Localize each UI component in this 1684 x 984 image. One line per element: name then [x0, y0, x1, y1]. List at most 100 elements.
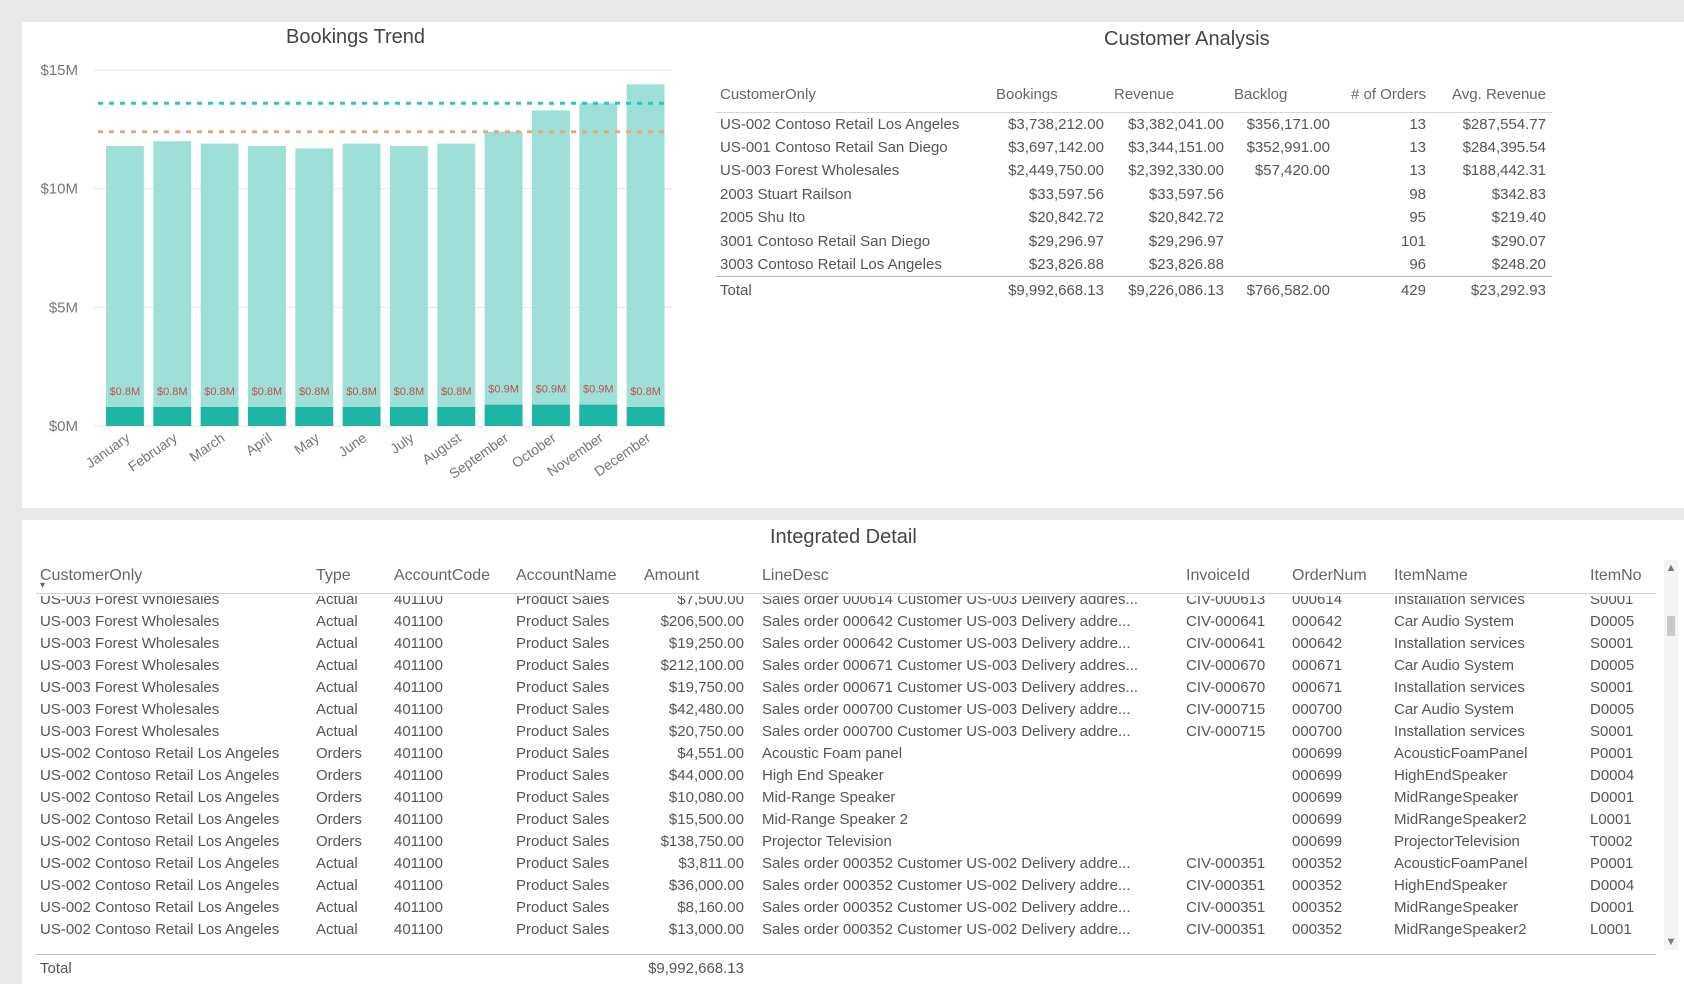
table-row[interactable]: 2003 Stuart Railson $33,597.56 $33,597.56 9…	[716, 183, 1552, 207]
scroll-up-icon[interactable]: ▲	[1664, 562, 1678, 574]
table-cell: 401100	[394, 745, 443, 762]
table-row[interactable]: 3003 Contoso Retail Los Angeles $23,826.8…	[716, 253, 1552, 277]
column-header[interactable]: Avg. Revenue	[1432, 78, 1552, 113]
table-row[interactable]: US-002 Contoso Retail Los Angeles Orders 4…	[36, 830, 1656, 854]
detail-table-header: CustomerOnly Type AccountCode AccountNam…	[36, 558, 1656, 594]
bookings-bar[interactable]	[342, 143, 381, 426]
table-row[interactable]: US-002 Contoso Retail Los Angeles Actual 4…	[36, 874, 1656, 898]
table-cell: $29,296.97	[1028, 232, 1104, 250]
bookings-bar[interactable]	[106, 145, 144, 426]
table-cell: Actual	[316, 679, 358, 696]
table-cell: $3,738,212.00	[1008, 115, 1104, 133]
column-header[interactable]: AccountCode	[394, 567, 490, 585]
table-cell: Actual	[316, 701, 358, 718]
column-header[interactable]: Amount	[644, 567, 699, 585]
revenue-bar[interactable]	[248, 407, 286, 426]
y-tick-label: $10M	[40, 181, 78, 198]
table-cell: 000699	[1292, 811, 1343, 828]
column-header[interactable]: # of Orders	[1336, 78, 1432, 113]
bookings-trend-visual[interactable]: Bookings Trend $0M $5M $10M $15M $0.8M Januar…	[22, 22, 702, 508]
bookings-bar[interactable]	[200, 143, 239, 426]
table-cell: 401100	[394, 596, 443, 608]
revenue-bar[interactable]	[153, 407, 192, 426]
integrated-detail-visual[interactable]: Integrated Detail CustomerOnly Type Acco…	[22, 520, 1684, 984]
bookings-bar[interactable]	[532, 110, 570, 426]
scroll-down-icon[interactable]: ▼	[1664, 936, 1678, 948]
table-cell: 000699	[1292, 745, 1343, 762]
table-cell: 000352	[1292, 899, 1343, 916]
table-row[interactable]: 2005 Shu Ito $20,842.72 $20,842.72 95 $219.4…	[716, 206, 1552, 230]
revenue-bar[interactable]	[437, 407, 476, 426]
bookings-bar[interactable]	[484, 131, 523, 426]
scroll-thumb[interactable]	[1667, 616, 1675, 636]
bookings-bar[interactable]	[248, 145, 286, 426]
bookings-bar[interactable]	[153, 141, 192, 426]
column-header[interactable]: Revenue	[1110, 78, 1230, 113]
table-cell: Actual	[316, 877, 358, 894]
detail-table-body[interactable]: US-003 Forest Wholesales Actual 401100 Prod…	[36, 596, 1656, 948]
x-tick-label: January	[83, 429, 133, 471]
sort-arrow-icon[interactable]: ▾	[40, 580, 45, 591]
table-row[interactable]: US-003 Forest Wholesales $2,449,750.00 $2,…	[716, 159, 1552, 183]
revenue-bar[interactable]	[626, 407, 665, 426]
table-cell: Actual	[316, 596, 358, 608]
table-row[interactable]: US-003 Forest Wholesales Actual 401100 Prod…	[36, 610, 1656, 634]
bookings-bar[interactable]	[579, 103, 618, 426]
table-cell: 13	[1409, 162, 1426, 180]
revenue-bar[interactable]	[295, 407, 334, 426]
table-row[interactable]: US-003 Forest Wholesales Actual 401100 Prod…	[36, 676, 1656, 700]
column-header[interactable]: LineDesc	[762, 567, 829, 585]
column-header[interactable]: Type	[316, 567, 351, 585]
column-header[interactable]: OrderNum	[1292, 567, 1367, 585]
bookings-bar[interactable]	[626, 84, 665, 427]
table-cell: HighEndSpeaker	[1394, 767, 1508, 784]
table-row[interactable]: US-002 Contoso Retail Los Angeles Orders 4…	[36, 786, 1656, 810]
column-header[interactable]: InvoiceId	[1186, 567, 1250, 585]
table-row[interactable]: US-002 Contoso Retail Los Angeles Actual 4…	[36, 896, 1656, 920]
revenue-bar[interactable]	[579, 404, 618, 426]
y-tick-label: $5M	[49, 299, 78, 316]
table-cell: $3,382,041.00	[1128, 115, 1224, 133]
customer-analysis-table[interactable]: CustomerOnly Bookings Revenue Backlog # …	[716, 78, 1552, 305]
table-row[interactable]: US-002 Contoso Retail Los Angeles Orders 4…	[36, 808, 1656, 832]
revenue-bar[interactable]	[484, 404, 523, 426]
column-header[interactable]: CustomerOnly	[40, 567, 142, 585]
bookings-bar[interactable]	[437, 143, 476, 426]
revenue-bar[interactable]	[106, 407, 144, 426]
column-header[interactable]: Backlog	[1230, 78, 1336, 113]
vertical-scrollbar[interactable]: ▲ ▼	[1664, 560, 1678, 950]
table-row[interactable]: US-001 Contoso Retail San Diego $3,697,14…	[716, 136, 1552, 160]
table-row[interactable]: US-002 Contoso Retail Los Angeles Orders 4…	[36, 742, 1656, 766]
revenue-bar[interactable]	[200, 407, 239, 426]
table-cell: 000614	[1292, 596, 1343, 608]
revenue-bar[interactable]	[390, 407, 428, 426]
column-header[interactable]: ItemNo	[1590, 567, 1642, 585]
revenue-bar[interactable]	[532, 404, 570, 426]
table-row[interactable]: US-002 Contoso Retail Los Angeles Orders 4…	[36, 764, 1656, 788]
table-row[interactable]: US-002 Contoso Retail Los Angeles Actual 4…	[36, 852, 1656, 876]
table-row[interactable]: US-003 Forest Wholesales Actual 401100 Prod…	[36, 698, 1656, 722]
column-header[interactable]: AccountName	[516, 567, 617, 585]
table-cell: P0001	[1590, 745, 1634, 762]
customer-analysis-visual[interactable]: Customer Analysis CustomerOnly Bookings …	[702, 22, 1684, 508]
table-row[interactable]: US-002 Contoso Retail Los Angeles Actual 4…	[36, 918, 1656, 942]
table-row[interactable]: US-003 Forest Wholesales Actual 401100 Prod…	[36, 720, 1656, 744]
bookings-bar[interactable]	[295, 148, 334, 426]
table-cell: S0001	[1590, 596, 1634, 608]
data-label: $0.9M	[536, 384, 567, 396]
table-row[interactable]: US-003 Forest Wholesales Actual 401100 Prod…	[36, 654, 1656, 678]
column-header[interactable]: CustomerOnly	[716, 78, 992, 113]
table-row[interactable]: US-003 Forest Wholesales Actual 401100 Prod…	[36, 632, 1656, 656]
column-header[interactable]: ItemName	[1394, 567, 1468, 585]
table-cell: $29,296.97	[1148, 232, 1224, 250]
integrated-detail-title: Integrated Detail	[770, 526, 917, 548]
table-cell: $287,554.77	[1462, 115, 1546, 133]
table-cell: $36,000.00	[668, 877, 744, 894]
table-cell: US-003 Forest Wholesales	[40, 701, 220, 718]
table-row[interactable]: US-002 Contoso Retail Los Angeles $3,738,…	[716, 112, 1552, 136]
table-row[interactable]: 3001 Contoso Retail San Diego $29,296.97 $…	[716, 230, 1552, 254]
revenue-bar[interactable]	[342, 407, 381, 426]
table-cell: CIV-000670	[1186, 657, 1266, 674]
column-header[interactable]: Bookings	[992, 78, 1110, 113]
bookings-bar[interactable]	[390, 145, 428, 426]
